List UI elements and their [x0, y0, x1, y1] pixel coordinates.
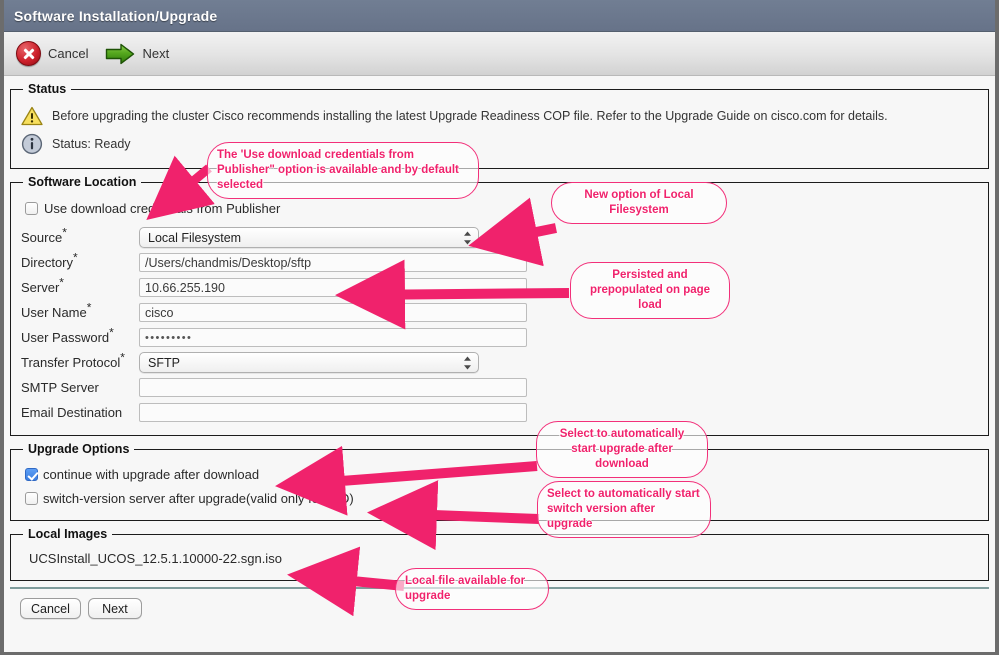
field-control-cell	[139, 275, 978, 300]
stepper-arrows-icon	[463, 230, 472, 245]
status-text: Status: Ready	[52, 137, 131, 151]
form-row: Transfer Protocol* SFTP	[21, 350, 978, 375]
field-label: Transfer Protocol*	[21, 350, 139, 375]
continue-with-upgrade-label: continue with upgrade after download	[43, 466, 260, 482]
switch-version-server-row[interactable]: switch-version server after upgrade(vali…	[25, 486, 978, 510]
field-control-cell	[139, 250, 978, 275]
page-title: Software Installation/Upgrade	[14, 7, 218, 24]
required-asterisk: *	[59, 275, 64, 290]
use-publisher-credentials-label: Use download credentials from Publisher	[44, 200, 281, 216]
directory-input[interactable]	[139, 253, 527, 272]
field-label-text: Directory	[21, 255, 74, 270]
status-warning-text: Before upgrading the cluster Cisco recom…	[52, 109, 888, 123]
footer-next-button[interactable]: Next	[87, 598, 142, 619]
field-label-text: SMTP Server	[21, 380, 99, 395]
field-label: Source*	[21, 225, 139, 250]
cancel-circle-icon	[16, 41, 41, 66]
form-row: SMTP Server	[21, 375, 978, 400]
green-arrow-right-icon	[105, 43, 135, 65]
required-asterisk: *	[109, 325, 114, 340]
field-label: Email Destination	[21, 400, 139, 425]
software-location-section: Software Location Use download credentia…	[10, 175, 989, 436]
form-row: Directory*	[21, 250, 978, 275]
field-label-text: Transfer Protocol	[21, 355, 121, 370]
field-label-text: User Name	[21, 305, 87, 320]
upgrade-options-legend: Upgrade Options	[28, 442, 130, 456]
form-row: Server*	[21, 275, 978, 300]
field-label-text: Source	[21, 230, 63, 245]
software-location-legend: Software Location	[28, 175, 137, 189]
field-control-cell	[139, 400, 978, 425]
required-asterisk: *	[62, 225, 67, 240]
warning-triangle-icon	[21, 106, 43, 126]
switch-version-server-checkbox[interactable]	[25, 491, 38, 505]
window-titlebar: Software Installation/Upgrade	[4, 0, 995, 32]
field-label-text: Server	[21, 280, 60, 295]
status-warning-row: Before upgrading the cluster Cisco recom…	[21, 102, 978, 130]
upgrade-options-section: Upgrade Options continue with upgrade af…	[10, 442, 989, 521]
field-label: Directory*	[21, 250, 139, 275]
required-asterisk: *	[73, 250, 78, 265]
server-input[interactable]	[139, 278, 527, 297]
form-row: User Name*	[21, 300, 978, 325]
source-select[interactable]: Local Filesystem	[139, 227, 479, 248]
field-label-text: Email Destination	[21, 405, 123, 420]
info-circle-icon	[21, 133, 43, 155]
stepper-arrows-icon	[463, 355, 472, 370]
smtp-server-input[interactable]	[139, 378, 527, 397]
field-control-cell: Local Filesystem	[139, 225, 978, 250]
field-label: User Name*	[21, 300, 139, 325]
use-publisher-credentials-row[interactable]: Use download credentials from Publisher	[25, 197, 978, 219]
toolbar: Cancel Next	[4, 32, 995, 76]
status-section: Status Before upgrading the cluster Cisc…	[10, 82, 989, 169]
form-row: Source* Local Filesystem	[21, 225, 978, 250]
continue-with-upgrade-row[interactable]: continue with upgrade after download	[25, 462, 978, 486]
footer-actions: Cancel Next	[10, 587, 989, 619]
status-ready-row: Status: Ready	[21, 130, 978, 158]
source-select-value: Local Filesystem	[139, 227, 479, 248]
local-image-item[interactable]: UCSInstall_UCOS_12.5.1.10000-22.sgn.iso	[21, 547, 978, 570]
footer-cancel-button[interactable]: Cancel	[20, 598, 81, 619]
continue-with-upgrade-checkbox[interactable]	[25, 467, 38, 481]
form-row: Email Destination	[21, 400, 978, 425]
field-label-text: User Password	[21, 330, 110, 345]
field-control-cell	[139, 300, 978, 325]
field-label: SMTP Server	[21, 375, 139, 400]
field-label: Server*	[21, 275, 139, 300]
local-images-section: Local Images UCSInstall_UCOS_12.5.1.1000…	[10, 527, 989, 581]
switch-version-server-label: switch-version server after upgrade(vali…	[43, 490, 354, 506]
software-installation-window: Software Installation/Upgrade Cancel Nex…	[0, 0, 999, 655]
toolbar-cancel-label: Cancel	[48, 46, 89, 61]
user-password-input[interactable]	[139, 328, 527, 347]
required-asterisk: *	[86, 300, 92, 315]
field-label: User Password*	[21, 325, 139, 350]
field-control-cell	[139, 375, 978, 400]
local-images-legend: Local Images	[28, 527, 108, 541]
status-legend: Status	[28, 82, 67, 96]
form-row: User Password*	[21, 325, 978, 350]
toolbar-next-button[interactable]: Next	[102, 40, 177, 68]
required-asterisk: *	[120, 350, 125, 365]
use-publisher-credentials-checkbox[interactable]	[25, 201, 38, 215]
transfer-protocol-select-value: SFTP	[139, 352, 479, 373]
transfer-protocol-select[interactable]: SFTP	[139, 352, 479, 373]
user-name-input[interactable]	[139, 303, 527, 322]
email-destination-input[interactable]	[139, 403, 527, 422]
toolbar-next-label: Next	[142, 46, 170, 61]
field-control-cell: SFTP	[139, 350, 978, 375]
page-content: Status Before upgrading the cluster Cisc…	[4, 76, 995, 652]
field-control-cell	[139, 325, 978, 350]
toolbar-cancel-button[interactable]: Cancel	[13, 38, 96, 69]
software-location-form: Source*Local FilesystemDirectory*Server*…	[21, 225, 978, 425]
